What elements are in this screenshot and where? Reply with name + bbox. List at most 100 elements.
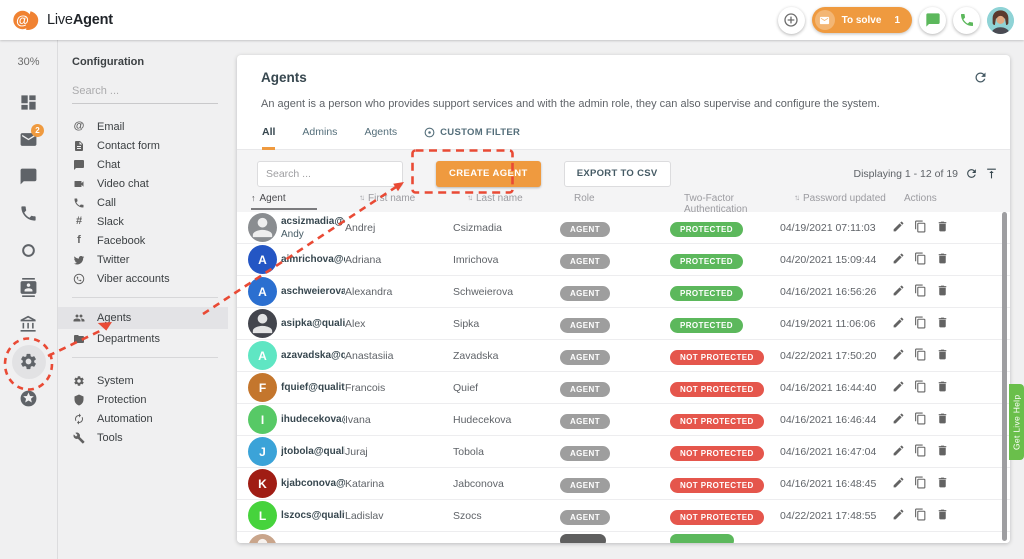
delete-agent-button[interactable] (934, 442, 951, 462)
duplicate-agent-button[interactable] (912, 346, 929, 366)
edit-agent-button[interactable] (890, 250, 907, 270)
column-header-first-name[interactable]: ↑↓First name (359, 193, 467, 204)
table-row[interactable]: Iihudecekova@quaIvanaHudecekovaAGENTNOT … (237, 404, 1010, 436)
refresh-button[interactable] (973, 70, 988, 88)
rail-item-gear[interactable] (0, 343, 57, 380)
agent-email: kjabconova@qual (281, 477, 345, 490)
rail-item-chat[interactable] (0, 158, 57, 195)
delete-agent-button[interactable] (934, 378, 951, 398)
config-item-automation[interactable]: Automation (72, 409, 218, 428)
edit-agent-button[interactable] (890, 218, 907, 238)
delete-agent-button[interactable] (934, 250, 951, 270)
add-button[interactable] (778, 7, 805, 34)
config-item-email[interactable]: @Email (72, 117, 218, 136)
config-item-call[interactable]: Call (72, 193, 218, 212)
delete-agent-button[interactable] (934, 314, 951, 334)
edit-agent-button[interactable] (890, 378, 907, 398)
table-row[interactable]: Kkjabconova@qualKatarinaJabconovaAGENTNO… (237, 468, 1010, 500)
config-item-departments[interactable]: Departments (72, 329, 218, 348)
config-item-protection[interactable]: Protection (72, 390, 218, 409)
export-csv-button[interactable]: EXPORT TO CSV (564, 161, 671, 187)
liveagent-logo[interactable]: @ LiveAgent (13, 8, 113, 32)
rail-item-ring[interactable] (0, 232, 57, 269)
sort-updown-icon: ↑↓ (794, 193, 798, 202)
duplicate-agent-button[interactable] (912, 314, 929, 334)
delete-agent-button[interactable] (934, 218, 951, 238)
tab-custom-filter[interactable]: CUSTOM FILTER (424, 124, 520, 149)
table-search-input[interactable] (257, 161, 403, 187)
calls-button[interactable] (953, 7, 980, 34)
edit-agent-button[interactable] (890, 474, 907, 494)
dashboard-icon (19, 93, 38, 112)
config-search-input[interactable] (72, 85, 218, 104)
config-item-slack[interactable]: #Slack (72, 212, 218, 231)
duplicate-agent-button[interactable] (912, 410, 929, 430)
tab-admins[interactable]: Admins (302, 124, 337, 149)
edit-agent-button[interactable] (890, 314, 907, 334)
config-item-tools[interactable]: Tools (72, 428, 218, 447)
config-item-label: Viber accounts (97, 273, 170, 285)
duplicate-agent-button[interactable] (912, 378, 929, 398)
chats-button[interactable] (919, 7, 946, 34)
table-row[interactable]: asipka@qualityunAlexSipkaAGENTPROTECTED0… (237, 308, 1010, 340)
edit-icon (892, 380, 905, 396)
config-item-viber-accounts[interactable]: Viber accounts (72, 269, 218, 288)
edit-agent-button[interactable] (890, 346, 907, 366)
edit-agent-button[interactable] (890, 410, 907, 430)
user-avatar[interactable] (987, 7, 1014, 34)
delete-agent-button[interactable] (934, 282, 951, 302)
table-refresh-button[interactable] (965, 167, 978, 180)
duplicate-agent-button[interactable] (912, 506, 929, 526)
config-item-video-chat[interactable]: Video chat (72, 174, 218, 193)
rail-item-star[interactable] (0, 380, 57, 417)
edit-agent-button[interactable] (890, 282, 907, 302)
table-scrollbar[interactable] (1002, 212, 1007, 541)
config-item-system[interactable]: System (72, 371, 218, 390)
rail-item-contacts[interactable] (0, 269, 57, 306)
table-row[interactable]: Aazavadska@qualiAnastasiiaZavadskaAGENTN… (237, 340, 1010, 372)
table-row[interactable]: Aaschweierova@quAlexandraSchweierovaAGEN… (237, 276, 1010, 308)
config-item-twitter[interactable]: Twitter (72, 250, 218, 269)
tab-agents[interactable]: Agents (364, 124, 397, 149)
edit-agent-button[interactable] (890, 506, 907, 526)
duplicate-agent-button[interactable] (912, 442, 929, 462)
delete-agent-button[interactable] (934, 474, 951, 494)
create-agent-button[interactable]: CREATE AGENT (436, 161, 541, 187)
config-item-label: Chat (97, 159, 120, 171)
table-row[interactable]: Jjtobola@qualityurJurajTobolaAGENTNOT PR… (237, 436, 1010, 468)
get-live-help-button[interactable]: Get Live Help (1009, 384, 1024, 460)
delete-agent-button[interactable] (934, 410, 951, 430)
delete-agent-button[interactable] (934, 346, 951, 366)
duplicate-agent-button[interactable] (912, 250, 929, 270)
duplicate-agent-button[interactable] (912, 218, 929, 238)
duplicate-agent-button[interactable] (912, 474, 929, 494)
config-item-chat[interactable]: Chat (72, 155, 218, 174)
column-header-password-updated[interactable]: ↑↓Password updated (794, 193, 904, 204)
edit-agent-button[interactable] (890, 442, 907, 462)
delete-agent-button[interactable] (934, 506, 951, 526)
table-row[interactable]: acsizmadia@qualAndyAndrejCsizmadiaAGENTP… (237, 212, 1010, 244)
rail-item-mail[interactable]: 2 (0, 121, 57, 158)
column-header-last-name[interactable]: ↑↓Last name (467, 193, 574, 204)
table-row[interactable] (237, 532, 1010, 543)
config-item-contact-form[interactable]: Contact form (72, 136, 218, 155)
table-row[interactable]: Llszocs@qualityunLadislavSzocsAGENTNOT P… (237, 500, 1010, 532)
table-row[interactable]: Ffquief@qualityuniFrancoisQuiefAGENTNOT … (237, 372, 1010, 404)
rail-item-call[interactable] (0, 195, 57, 232)
rail-item-bank[interactable] (0, 306, 57, 343)
column-header-label: First name (368, 193, 415, 204)
column-header-two-factor-authentication: Two-Factor Authentication (684, 193, 794, 215)
config-item-facebook[interactable]: fFacebook (72, 231, 218, 250)
rail-item-dashboard[interactable] (0, 84, 57, 121)
column-header-agent[interactable]: ↑Agent (251, 193, 359, 210)
duplicate-agent-button[interactable] (912, 282, 929, 302)
table-row[interactable]: Aaimrichova@qualiAdrianaImrichovaAGENTPR… (237, 244, 1010, 276)
tab-all[interactable]: All (262, 124, 275, 150)
role-badge: AGENT (560, 478, 610, 493)
config-item-agents[interactable]: Agents (58, 307, 228, 329)
avatar: J (248, 437, 277, 466)
to-solve-button[interactable]: To solve 1 (812, 7, 912, 33)
scroll-top-button[interactable] (985, 167, 998, 180)
config-item-label: Slack (97, 216, 124, 228)
agent-email: azavadska@quali (281, 349, 345, 362)
